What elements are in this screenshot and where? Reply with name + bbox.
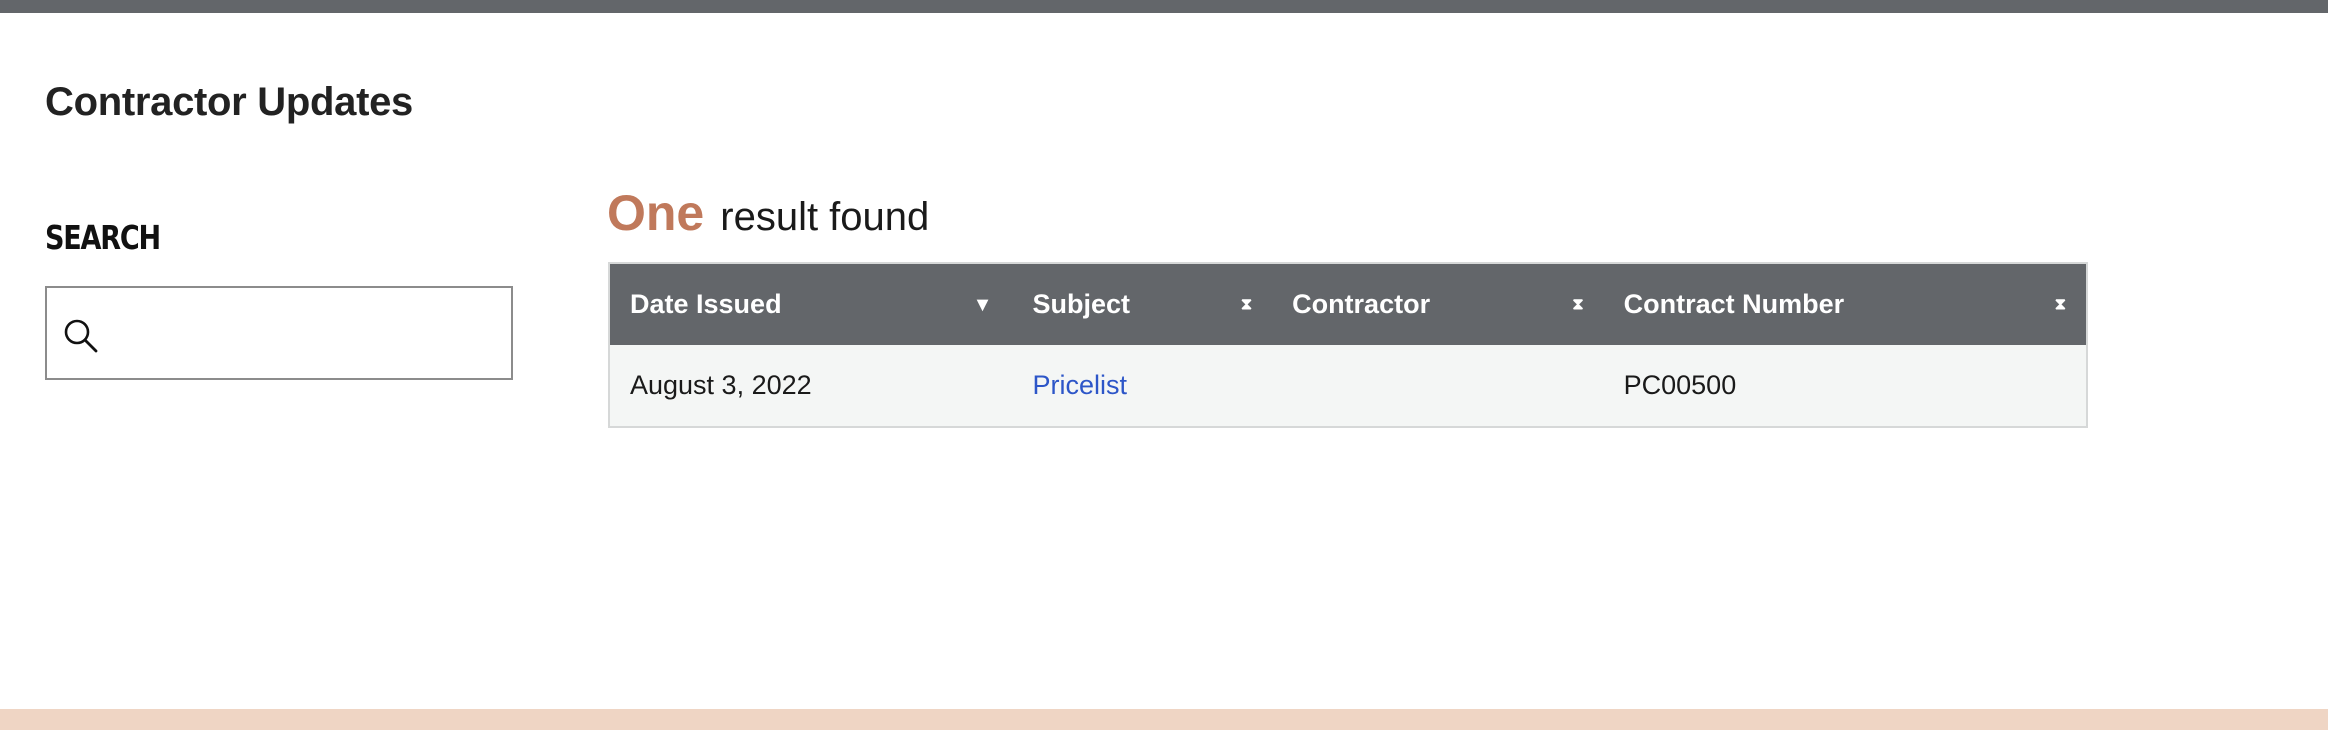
cell-contract-number: PC00500 [1623,370,1737,400]
result-count: One [607,185,705,241]
sort-unsorted-icon[interactable]: ⧗ [1572,296,1583,313]
search-box[interactable] [45,286,513,380]
table-header-row: Date Issued ▼ Subject ⧗ Contractor ⧗ Con… [609,263,2087,345]
sort-unsorted-icon[interactable]: ⧗ [2055,296,2066,313]
footer-band [0,709,2328,730]
search-input[interactable] [117,290,507,376]
column-header-label: Subject [1032,289,1130,319]
search-heading: SEARCH [45,218,161,257]
sort-unsorted-icon[interactable]: ⧗ [1241,296,1252,313]
table-row: August 3, 2022 Pricelist PC00500 [609,345,2087,427]
page-title: Contractor Updates [45,80,413,124]
column-header-label: Date Issued [630,289,782,319]
column-header-contractor[interactable]: Contractor ⧗ [1272,263,1604,345]
column-header-label: Contract Number [1623,289,1845,319]
results-table: Date Issued ▼ Subject ⧗ Contractor ⧗ Con… [608,262,2088,428]
cell-subject: Pricelist [1012,345,1272,427]
column-header-label: Contractor [1292,289,1431,319]
column-header-subject[interactable]: Subject ⧗ [1012,263,1272,345]
sort-descending-icon[interactable]: ▼ [973,295,993,315]
result-summary: One result found [607,184,929,242]
search-icon [61,316,101,356]
column-header-date-issued[interactable]: Date Issued ▼ [609,263,1012,345]
cell-date-issued: August 3, 2022 [630,370,812,400]
top-bar [0,0,2328,13]
result-text: result found [720,195,930,239]
subject-link[interactable]: Pricelist [1032,370,1127,400]
cell-contractor [1272,345,1604,427]
column-header-contract-number[interactable]: Contract Number ⧗ [1604,263,2087,345]
